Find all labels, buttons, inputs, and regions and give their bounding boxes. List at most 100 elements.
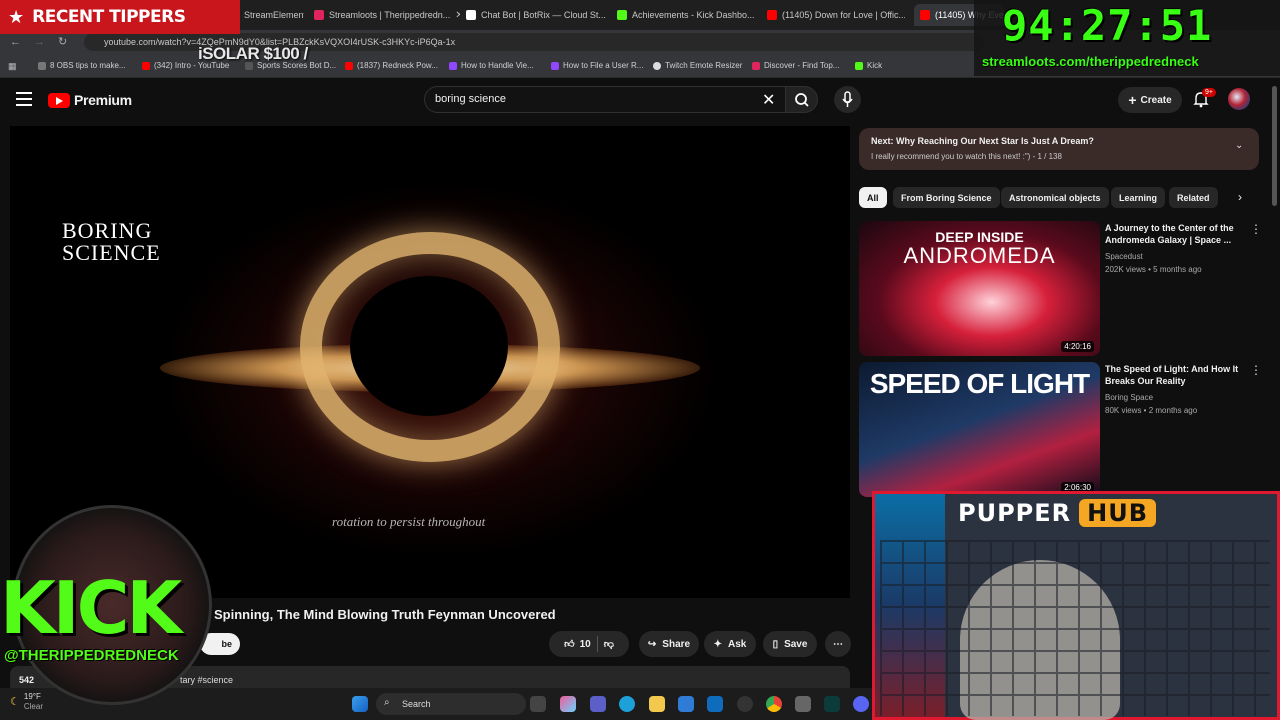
more-vert-icon[interactable]: ⋮ xyxy=(1250,363,1262,377)
up-next-title-row: Next: Why Reaching Our Next Star Is Just… xyxy=(871,136,1094,146)
apps-grid-icon[interactable]: ▦ xyxy=(8,61,17,72)
youtube-icon xyxy=(767,10,777,20)
tab-down-for-love[interactable]: (11405) Down for Love | Offic...✕ xyxy=(767,4,905,26)
chip-related[interactable]: Related xyxy=(1169,187,1218,208)
task-view-icon[interactable] xyxy=(530,696,546,712)
youtube-icon xyxy=(345,61,353,70)
chip-from-boring-science[interactable]: From Boring Science xyxy=(893,187,1000,208)
channel-watermark: BORING SCIENCE xyxy=(62,218,161,265)
bookmark-item[interactable]: Twitch Emote Resizer xyxy=(653,61,742,70)
related-channel[interactable]: Boring Space xyxy=(1105,391,1153,404)
tab-label: Chat Bot | BotRix — Cloud St... xyxy=(481,10,606,20)
related-title[interactable]: A Journey to the Center of the Andromeda… xyxy=(1105,222,1243,246)
more-actions-button[interactable]: ⋯ xyxy=(825,631,851,657)
bookmark-item[interactable]: How to Handle Vie... xyxy=(449,61,534,70)
moon-icon: ☾ xyxy=(10,696,20,708)
webcam-crate-grid xyxy=(880,540,1270,716)
store-icon[interactable] xyxy=(678,696,694,712)
notification-badge: 9+ xyxy=(1202,88,1216,97)
more-icon: ⋯ xyxy=(833,638,843,650)
tab-streamelements[interactable]: StreamElements - ripped...✕ xyxy=(244,4,304,26)
copilot-icon[interactable] xyxy=(560,696,576,712)
forward-icon[interactable]: → xyxy=(34,36,45,48)
save-button[interactable]: ▯ Save xyxy=(763,631,817,657)
back-icon[interactable]: ← xyxy=(10,36,21,48)
youtube-premium-logo[interactable]: Premium xyxy=(48,92,132,108)
globe-icon xyxy=(653,61,661,70)
video-title: Spinning, The Mind Blowing Truth Feynman… xyxy=(214,607,556,622)
search-button[interactable] xyxy=(786,86,818,113)
up-next-subtitle: I really recommend you to watch this nex… xyxy=(871,152,1062,161)
taskbar-search[interactable]: Search xyxy=(376,693,526,715)
discord-icon[interactable] xyxy=(853,696,869,712)
ask-button[interactable]: ✦ Ask xyxy=(704,631,756,657)
like-button[interactable]: 👍︎ 10 xyxy=(564,638,591,651)
view-count: 542 xyxy=(19,675,35,685)
chevron-right-icon[interactable]: › xyxy=(1238,190,1242,204)
tab-close-icon[interactable]: ✕ xyxy=(455,10,460,21)
related-thumbnail[interactable]: DEEP INSIDE ANDROMEDA 4:20:16 xyxy=(859,221,1100,356)
streamloots-icon xyxy=(314,10,324,20)
reload-icon[interactable]: ↻ xyxy=(58,35,67,48)
related-meta: 80K views • 2 months ago xyxy=(1105,406,1198,415)
related-title[interactable]: The Speed of Light: And How It Breaks Ou… xyxy=(1105,363,1243,387)
app-icon[interactable] xyxy=(824,696,840,712)
menu-icon[interactable] xyxy=(16,92,32,106)
bookmark-icon: ▯ xyxy=(772,638,779,650)
youtube-play-icon xyxy=(48,92,70,108)
duration-badge: 4:20:16 xyxy=(1061,341,1094,352)
tab-kick-achievements[interactable]: Achievements - Kick Dashbo...✕ xyxy=(617,4,759,26)
teams-icon[interactable] xyxy=(590,696,606,712)
kick-logo-text: KICK xyxy=(0,566,182,650)
thumbs-down-icon: 👎︎ xyxy=(603,639,614,650)
bookmark-item[interactable]: (1837) Redneck Pow... xyxy=(345,61,438,70)
like-dislike-group: 👍︎ 10 👎︎ xyxy=(549,631,629,657)
file-explorer-icon[interactable] xyxy=(649,696,665,712)
search-input[interactable]: boring science xyxy=(424,86,786,113)
up-next-panel[interactable] xyxy=(859,128,1259,170)
app-icon[interactable] xyxy=(795,696,811,712)
chip-learning[interactable]: Learning xyxy=(1111,187,1166,208)
chevron-down-icon[interactable]: ⌄ xyxy=(1235,140,1243,151)
tab-streamloots[interactable]: Streamloots | Therippedredn... ✕ xyxy=(314,4,460,26)
share-button[interactable]: ↪ Share xyxy=(639,631,699,657)
related-channel[interactable]: Spacedust xyxy=(1105,250,1143,263)
voice-search-button[interactable] xyxy=(834,86,861,113)
related-meta: 202K views • 5 months ago xyxy=(1105,265,1202,274)
chip-all[interactable]: All xyxy=(859,187,887,208)
tipper-entry: iSOLAR $100 / xyxy=(198,44,308,63)
description-text: tary #science xyxy=(180,675,234,685)
chrome-icon[interactable] xyxy=(766,696,782,712)
tab-botrix[interactable]: Chat Bot | BotRix — Cloud St...✕ xyxy=(466,4,608,26)
obs-icon xyxy=(38,61,46,70)
discover-icon xyxy=(752,61,760,70)
youtube-icon xyxy=(142,61,150,70)
bookmark-item[interactable]: Discover - Find Top... xyxy=(752,61,839,70)
outlook-icon[interactable] xyxy=(707,696,723,712)
chip-astronomical-objects[interactable]: Astronomical objects xyxy=(1001,187,1109,208)
twitch-icon xyxy=(551,61,559,70)
dislike-button[interactable]: 👎︎ xyxy=(604,638,614,650)
edge-icon[interactable] xyxy=(619,696,635,712)
tab-label: Streamloots | Therippedredn... xyxy=(329,10,451,20)
clear-search-icon[interactable]: ✕ xyxy=(762,90,775,110)
related-thumbnail[interactable]: SPEED OF LIGHT 2:06:30 xyxy=(859,362,1100,497)
weather-widget[interactable]: ☾ 19°F Clear xyxy=(10,692,43,712)
kick-icon xyxy=(855,61,863,70)
video-caption: rotation to persist throughout xyxy=(332,514,486,529)
page-scrollbar[interactable] xyxy=(1272,86,1277,206)
bookmark-item[interactable]: 8 OBS tips to make... xyxy=(38,61,126,70)
obs-icon[interactable] xyxy=(737,696,753,712)
windows-start-icon[interactable] xyxy=(352,696,368,712)
search-icon xyxy=(795,93,809,107)
bookmark-item[interactable]: How to File a User R... xyxy=(551,61,643,70)
create-button[interactable]: + Create xyxy=(1118,87,1182,113)
account-avatar[interactable] xyxy=(1228,88,1250,110)
more-vert-icon[interactable]: ⋮ xyxy=(1250,222,1262,236)
bookmark-item[interactable]: Kick xyxy=(855,61,882,70)
youtube-icon xyxy=(920,10,930,20)
botrix-icon xyxy=(466,10,476,20)
star-icon: ★ xyxy=(8,6,25,27)
thumbs-up-icon: 👍︎ xyxy=(564,639,575,650)
recent-tippers-banner: ★ RECENT TIPPERS xyxy=(0,0,240,34)
